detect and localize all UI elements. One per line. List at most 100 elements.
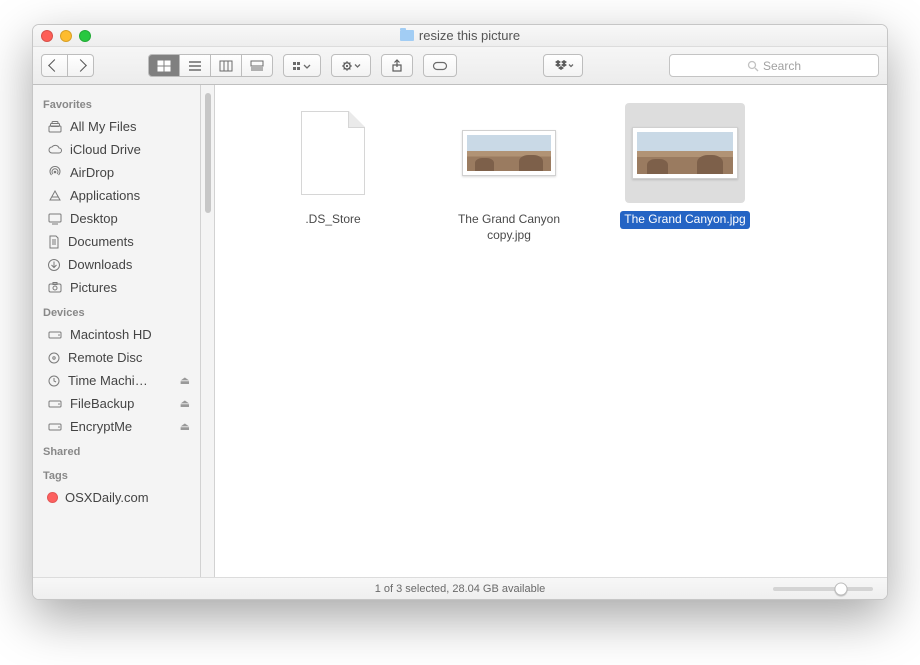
sidebar-item-label: Macintosh HD [70, 327, 190, 342]
sidebar-item-tag[interactable]: OSXDaily.com [33, 486, 200, 509]
list-icon [188, 60, 202, 72]
search-placeholder: Search [763, 59, 801, 73]
desktop-icon [47, 212, 63, 225]
sidebar-item-label: Pictures [70, 280, 190, 295]
share-button[interactable] [381, 54, 413, 77]
sidebar-item-time-machine[interactable]: Time Machi… ⏏ [33, 369, 200, 392]
file-thumb [449, 103, 569, 203]
gear-icon [340, 60, 362, 72]
sidebar-item-downloads[interactable]: Downloads [33, 253, 200, 276]
action-group [331, 54, 371, 77]
disc-icon [47, 351, 61, 365]
cloud-icon [47, 144, 63, 156]
tags-button[interactable] [423, 54, 457, 77]
titlebar: resize this picture [33, 25, 887, 47]
share-icon [390, 59, 404, 73]
arrange-group [283, 54, 321, 77]
sidebar-item-label: FileBackup [70, 396, 173, 411]
eject-icon[interactable]: ⏏ [180, 374, 190, 387]
pictures-icon [47, 281, 63, 294]
sidebar-item-label: iCloud Drive [70, 142, 190, 157]
icon-size-slider[interactable] [773, 587, 873, 591]
sidebar-header-shared: Shared [33, 438, 200, 462]
action-button[interactable] [331, 54, 371, 77]
folder-icon [400, 30, 414, 41]
sidebar-item-documents[interactable]: Documents [33, 230, 200, 253]
file-item[interactable]: The Grand Canyon.jpg [617, 103, 753, 229]
sidebar-item-label: Downloads [68, 257, 190, 272]
view-mode-group [148, 54, 273, 77]
coverflow-icon [250, 60, 264, 72]
time-machine-icon [47, 374, 61, 388]
eject-icon[interactable]: ⏏ [180, 397, 190, 410]
nav-group [41, 54, 94, 77]
sidebar-item-encryptme[interactable]: EncryptMe ⏏ [33, 415, 200, 438]
tag-dot-icon [47, 492, 58, 503]
window-title-text: resize this picture [419, 28, 520, 43]
icon-view-button[interactable] [148, 54, 180, 77]
file-thumb [273, 103, 393, 203]
arrange-icon [292, 60, 312, 72]
documents-icon [47, 235, 61, 249]
sidebar-item-label: All My Files [70, 119, 190, 134]
sidebar-item-label: Remote Disc [68, 350, 190, 365]
sidebar-header-favorites: Favorites [33, 91, 200, 115]
scroll-thumb[interactable] [205, 93, 211, 213]
sidebar-item-applications[interactable]: Applications [33, 184, 200, 207]
file-label: The Grand Canyon.jpg [620, 211, 749, 229]
finder-window: resize this picture [32, 24, 888, 600]
file-item[interactable]: .DS_Store [265, 103, 401, 229]
sidebar[interactable]: Favorites All My Files iCloud Drive AirD… [33, 85, 201, 577]
image-icon [632, 127, 738, 179]
back-button[interactable] [41, 54, 68, 77]
document-icon [301, 111, 365, 195]
body: Favorites All My Files iCloud Drive AirD… [33, 85, 887, 577]
sidebar-item-pictures[interactable]: Pictures [33, 276, 200, 299]
airdrop-icon [47, 166, 63, 180]
image-icon [462, 130, 556, 176]
all-my-files-icon [47, 120, 63, 134]
sidebar-item-filebackup[interactable]: FileBackup ⏏ [33, 392, 200, 415]
slider-knob[interactable] [835, 582, 848, 595]
file-grid: .DS_Store The Grand Canyon copy.jpg The … [235, 103, 867, 244]
dropbox-button[interactable] [543, 54, 583, 77]
sidebar-header-tags: Tags [33, 462, 200, 486]
file-item[interactable]: The Grand Canyon copy.jpg [441, 103, 577, 244]
arrange-button[interactable] [283, 54, 321, 77]
file-label: The Grand Canyon copy.jpg [441, 211, 577, 244]
sidebar-item-icloud[interactable]: iCloud Drive [33, 138, 200, 161]
coverflow-view-button[interactable] [242, 54, 273, 77]
sidebar-item-airdrop[interactable]: AirDrop [33, 161, 200, 184]
grid-icon [157, 60, 171, 72]
sidebar-item-label: Documents [68, 234, 190, 249]
search-input[interactable]: Search [669, 54, 879, 77]
minimize-icon[interactable] [60, 30, 72, 42]
eject-icon[interactable]: ⏏ [180, 420, 190, 433]
hdd-icon [47, 329, 63, 341]
sidebar-item-label: EncryptMe [70, 419, 173, 434]
sidebar-item-remote-disc[interactable]: Remote Disc [33, 346, 200, 369]
sidebar-item-desktop[interactable]: Desktop [33, 207, 200, 230]
window-title: resize this picture [33, 28, 887, 43]
zoom-icon[interactable] [79, 30, 91, 42]
close-icon[interactable] [41, 30, 53, 42]
sidebar-item-label: Desktop [70, 211, 190, 226]
status-bar: 1 of 3 selected, 28.04 GB available [33, 577, 887, 599]
list-view-button[interactable] [180, 54, 211, 77]
hdd-icon [47, 398, 63, 410]
status-text: 1 of 3 selected, 28.04 GB available [375, 583, 546, 595]
sidebar-header-devices: Devices [33, 299, 200, 323]
forward-button[interactable] [68, 54, 94, 77]
dropbox-icon [552, 59, 574, 73]
sidebar-scrollbar[interactable] [201, 85, 215, 577]
search-icon [747, 60, 759, 72]
applications-icon [47, 189, 63, 203]
file-area[interactable]: .DS_Store The Grand Canyon copy.jpg The … [215, 85, 887, 577]
sidebar-item-macintosh-hd[interactable]: Macintosh HD [33, 323, 200, 346]
column-view-button[interactable] [211, 54, 242, 77]
hdd-icon [47, 421, 63, 433]
sidebar-item-label: OSXDaily.com [65, 490, 190, 505]
toolbar: Search [33, 47, 887, 85]
sidebar-item-all-my-files[interactable]: All My Files [33, 115, 200, 138]
downloads-icon [47, 258, 61, 272]
